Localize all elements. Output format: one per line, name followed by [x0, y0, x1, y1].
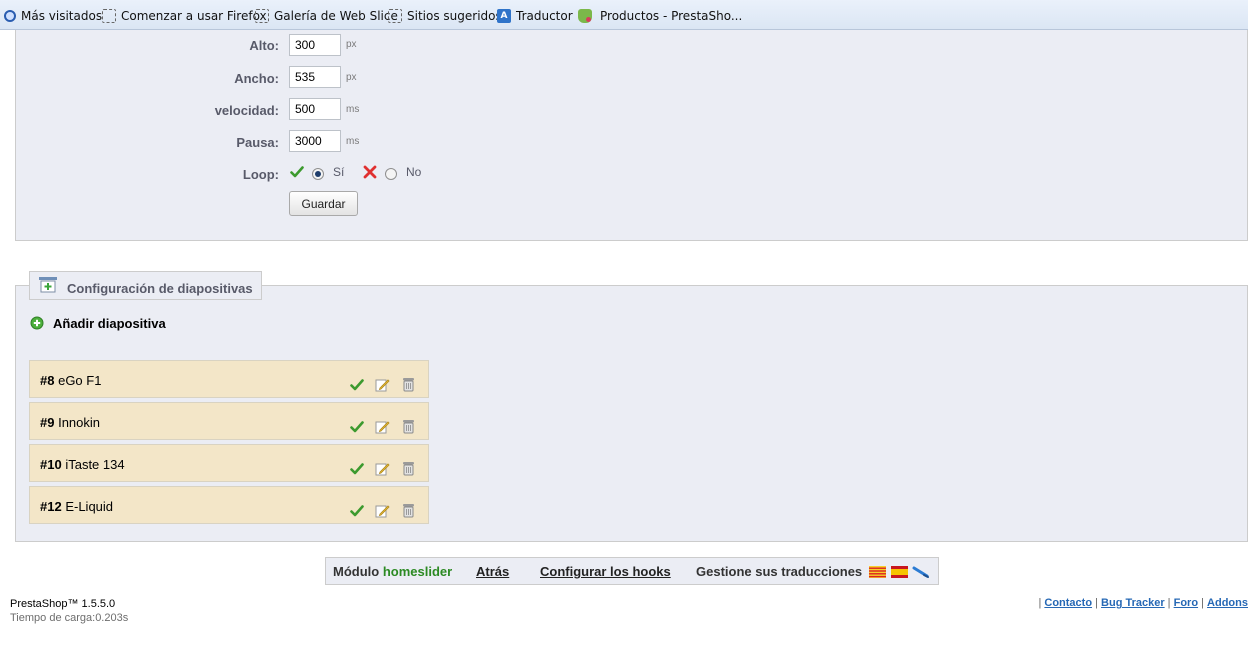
- load-time-text: Tiempo de carga:0.203s: [10, 612, 129, 624]
- edit-icon[interactable]: [375, 377, 390, 392]
- delete-icon[interactable]: [402, 461, 415, 476]
- pause-label: Pausa:: [236, 135, 279, 150]
- slide-id: #8: [40, 373, 55, 388]
- slides-config-legend: Configuración de diapositivas: [29, 271, 262, 300]
- pause-unit: ms: [346, 136, 360, 147]
- delete-icon[interactable]: [402, 419, 415, 434]
- bookmark-sitios-sugeridos[interactable]: Sitios sugeridos: [388, 8, 502, 24]
- check-icon[interactable]: [350, 462, 364, 476]
- width-input[interactable]: [289, 66, 341, 88]
- bookmark-label: Más visitados: [21, 9, 103, 23]
- add-slide-label: Añadir diapositiva: [53, 315, 166, 331]
- slide-item[interactable]: #10 iTaste 134: [29, 444, 429, 482]
- slide-name: eGo F1: [58, 373, 102, 388]
- check-icon[interactable]: [350, 378, 364, 392]
- edit-icon[interactable]: [375, 419, 390, 434]
- configure-hooks-link[interactable]: Configurar los hooks: [540, 564, 671, 579]
- width-label: Ancho:: [234, 71, 279, 86]
- bookmarks-toolbar: Más visitados Comenzar a usar Firefox Ga…: [0, 0, 1248, 30]
- translator-icon: A: [497, 9, 511, 23]
- loop-yes-label: Sí: [333, 165, 345, 179]
- save-button[interactable]: Guardar: [289, 191, 358, 216]
- bookmark-comenzar-firefox[interactable]: Comenzar a usar Firefox: [102, 8, 267, 24]
- check-icon[interactable]: [350, 420, 364, 434]
- catalan-flag-icon[interactable]: [869, 566, 886, 578]
- bookmark-label: Galería de Web Slice: [274, 9, 398, 23]
- search-bookmark-icon: [4, 10, 16, 22]
- speed-unit: ms: [346, 104, 360, 115]
- forum-link[interactable]: Foro: [1174, 597, 1198, 609]
- check-icon[interactable]: [350, 504, 364, 518]
- addons-link[interactable]: Addons: [1207, 597, 1248, 609]
- dashed-page-icon: [388, 9, 402, 23]
- slide-id: #9: [40, 415, 55, 430]
- bookmark-label: Comenzar a usar Firefox: [121, 9, 267, 23]
- height-input[interactable]: [289, 34, 341, 56]
- dashed-page-icon: [255, 9, 269, 23]
- module-toolbar: Módulo homeslider Atrás Configurar los h…: [325, 557, 939, 585]
- bookmark-label: Sitios sugeridos: [407, 9, 502, 23]
- bookmark-prestashop-productos[interactable]: Productos - PrestaSho...: [578, 8, 742, 24]
- delete-icon[interactable]: [402, 377, 415, 392]
- version-text: PrestaShop™ 1.5.5.0: [10, 598, 116, 610]
- loop-no-label: No: [406, 165, 422, 179]
- footer-links: | Contacto | Bug Tracker | Foro | Addons: [1038, 597, 1248, 609]
- loop-label: Loop:: [242, 167, 279, 182]
- footer-info: PrestaShop™ 1.5.5.0 Tiempo de carga:0.20…: [10, 597, 128, 625]
- prestashop-icon: [578, 9, 592, 23]
- bug-tracker-link[interactable]: Bug Tracker: [1101, 597, 1165, 609]
- bookmark-traductor[interactable]: A Traductor: [497, 8, 573, 24]
- module-label: Módulo homeslider: [333, 564, 452, 579]
- slide-name: Innokin: [58, 415, 101, 430]
- contact-link[interactable]: Contacto: [1044, 597, 1092, 609]
- slide-id: #12: [40, 499, 62, 514]
- dashed-page-icon: [102, 9, 116, 23]
- slide-item[interactable]: #8 eGo F1: [29, 360, 429, 398]
- pause-input[interactable]: [289, 130, 341, 152]
- bookmark-label: Traductor: [516, 9, 573, 23]
- bookmark-galeria-web-slice[interactable]: Galería de Web Slice: [255, 8, 398, 24]
- slide-name: iTaste 134: [65, 457, 125, 472]
- width-unit: px: [346, 72, 357, 83]
- check-icon: [290, 165, 304, 179]
- module-prefix: Módulo: [333, 564, 380, 579]
- slide-name: E-Liquid: [65, 499, 114, 514]
- translate-tool-icon[interactable]: [912, 565, 930, 579]
- speed-label: velocidad:: [214, 103, 279, 118]
- add-circle-icon: [30, 316, 44, 330]
- spanish-flag-icon[interactable]: [891, 566, 908, 578]
- bookmark-label: Productos - PrestaSho...: [600, 9, 743, 23]
- loop-yes-radio[interactable]: [312, 168, 324, 180]
- height-unit: px: [346, 39, 357, 50]
- cross-icon: [363, 165, 377, 179]
- loop-no-radio[interactable]: [385, 168, 397, 180]
- height-label: Alto:: [249, 38, 279, 53]
- slide-id: #10: [40, 457, 62, 472]
- edit-icon[interactable]: [375, 461, 390, 476]
- edit-icon[interactable]: [375, 503, 390, 518]
- speed-input[interactable]: [289, 98, 341, 120]
- module-name: homeslider: [382, 564, 453, 579]
- slides-config-icon: [38, 276, 58, 294]
- slide-item[interactable]: #12 E-Liquid: [29, 486, 429, 524]
- slides-config-title: Configuración de diapositivas: [67, 281, 253, 296]
- translations-label: Gestione sus traducciones: [696, 564, 863, 579]
- back-link[interactable]: Atrás: [476, 564, 509, 579]
- slide-item[interactable]: #9 Innokin: [29, 402, 429, 440]
- bookmark-mas-visitados[interactable]: Más visitados: [4, 8, 102, 24]
- add-slide-link[interactable]: Añadir diapositiva: [30, 314, 166, 332]
- delete-icon[interactable]: [402, 503, 415, 518]
